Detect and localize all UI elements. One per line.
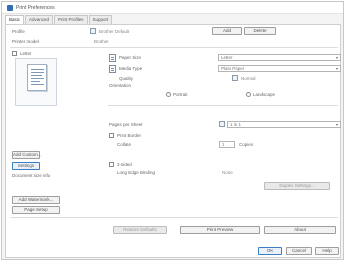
media-type-icon	[109, 65, 116, 73]
collate-label: Collate	[117, 142, 132, 147]
pages-per-sheet-select[interactable]: 1 in 1 ▾	[227, 121, 341, 128]
settings-button[interactable]: Settings	[12, 162, 40, 170]
cancel-button[interactable]: Cancel	[286, 247, 312, 255]
portrait-radio[interactable]	[166, 92, 171, 97]
tab-print-profiles[interactable]: Print Profiles	[54, 15, 88, 24]
copies-label: Copies	[239, 142, 254, 147]
print-preview-button[interactable]: Print Preview	[180, 226, 260, 234]
about-button[interactable]: About	[264, 226, 336, 234]
document-icon	[27, 64, 47, 91]
duplex-settings-button[interactable]: Duplex Settings...	[264, 182, 330, 190]
paper-size-label: Paper Size	[119, 55, 142, 60]
paper-size-select[interactable]: Letter ▾	[218, 54, 341, 61]
duplex-checkbox[interactable]	[109, 162, 114, 167]
chevron-down-icon: ▾	[335, 122, 338, 127]
ok-button[interactable]: OK	[258, 247, 282, 255]
preview-toggle-checkbox[interactable]	[12, 51, 17, 56]
print-border-checkbox[interactable]	[109, 133, 114, 138]
media-type-select[interactable]: Plain Paper ▾	[218, 65, 341, 72]
divider	[10, 217, 338, 218]
window-title: Print Preferences	[16, 5, 55, 11]
title-bar: Print Preferences	[2, 2, 343, 14]
paper-size-icon	[109, 54, 116, 62]
preview-size-label: Letter	[20, 51, 32, 56]
settings-panel: Profile Brother Default Add Delete Print…	[5, 24, 341, 258]
tab-strip: Basic Advanced Print Profiles Support	[5, 15, 113, 24]
print-border-label: Print Border	[117, 133, 142, 138]
tab-advanced[interactable]: Advanced	[25, 15, 54, 24]
add-watermark-button[interactable]: Add Watermark...	[12, 196, 60, 204]
quality-label: Quality	[119, 76, 134, 81]
profile-value: Brother Default	[99, 29, 130, 34]
quality-icon	[232, 75, 238, 81]
copies-input[interactable]: 1	[219, 141, 235, 148]
duplex-binding-label: Long Edge Binding	[117, 170, 156, 175]
restore-defaults-button[interactable]: Restore Defaults	[113, 226, 167, 234]
tab-support[interactable]: Support	[88, 15, 113, 24]
profile-label: Profile	[12, 29, 25, 34]
printer-model-value: Brother	[94, 39, 109, 44]
page-preview	[15, 58, 57, 106]
printer-model-label: Printer model	[12, 39, 39, 44]
chevron-down-icon: ▾	[335, 55, 338, 60]
tab-basic[interactable]: Basic	[5, 15, 25, 24]
landscape-label: Landscape	[253, 92, 276, 97]
add-profile-button[interactable]: Add	[212, 27, 242, 35]
portrait-label: Portrait	[173, 92, 188, 97]
quality-value: Normal	[241, 76, 256, 81]
pages-icon	[219, 121, 225, 127]
media-type-label: Media Type	[119, 66, 143, 71]
orientation-label: Orientation	[109, 83, 132, 88]
delete-profile-button[interactable]: Delete	[244, 27, 276, 35]
page-setup-button[interactable]: Page Setup	[12, 206, 60, 214]
app-icon	[7, 5, 13, 11]
add-custom-button[interactable]: Add Custom...	[12, 151, 42, 159]
print-preferences-window: Print Preferences Basic Advanced Print P…	[1, 1, 344, 260]
divider	[108, 105, 338, 106]
pages-per-sheet-label: Pages per Sheet	[109, 122, 143, 127]
divider	[10, 47, 338, 48]
landscape-radio[interactable]	[246, 92, 251, 97]
duplex-value: None	[222, 170, 233, 175]
printer-icon	[90, 28, 96, 34]
duplex-label: 2-sided	[117, 162, 132, 167]
chevron-down-icon: ▾	[335, 66, 338, 71]
document-size-info: Document size info	[12, 173, 51, 178]
help-button[interactable]: Help	[315, 247, 339, 255]
